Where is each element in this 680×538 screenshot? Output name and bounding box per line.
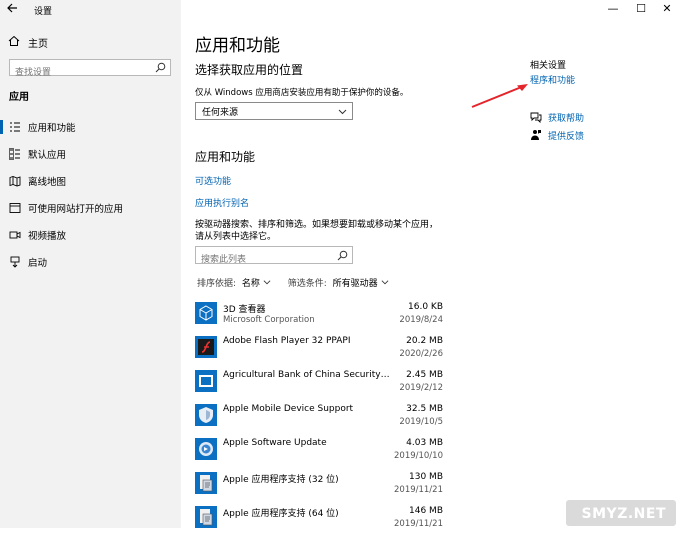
get-help-link[interactable]: 获取帮助 — [530, 111, 650, 125]
app-name: 3D 查看器 — [223, 305, 266, 315]
sidebar-item-apps-features[interactable]: 应用和功能 — [0, 116, 181, 138]
app-list-item[interactable]: Apple Software Update 4.03 MB 2019/10/10 — [193, 436, 447, 470]
app-size: 146 MB — [409, 506, 443, 516]
home-nav-item[interactable]: 主页 — [8, 34, 178, 52]
filter-value: 所有驱动器 — [332, 279, 378, 289]
app-name: Adobe Flash Player 32 PPAPI — [223, 336, 351, 346]
back-arrow-icon — [7, 3, 17, 13]
app-name: Agricultural Bank of China Security Suit… — [223, 370, 391, 380]
give-feedback-link[interactable]: 提供反馈 — [530, 129, 650, 143]
apple-device-support-icon — [195, 404, 217, 426]
minimize-button[interactable]: — — [598, 0, 628, 18]
apps-search-input[interactable] — [196, 253, 331, 267]
sidebar-item-label: 可使用网站打开的应用 — [28, 204, 124, 215]
app-size: 130 MB — [409, 472, 443, 482]
chevron-down-icon — [381, 280, 388, 285]
sidebar-item-label: 视频播放 — [28, 231, 67, 242]
app-size: 4.03 MB — [406, 438, 443, 448]
chevron-down-icon — [263, 280, 271, 285]
filter-dropdown[interactable]: 所有驱动器 — [333, 276, 389, 289]
apple-software-update-icon — [195, 438, 217, 460]
apple-app-support-icon — [195, 472, 217, 494]
sidebar-item-default-apps[interactable]: 默认应用 — [0, 143, 181, 165]
video-icon — [9, 231, 21, 239]
map-icon — [9, 176, 21, 187]
apps-features-heading: 应用和功能 — [195, 150, 256, 164]
app-aliases-link[interactable]: 应用执行别名 — [195, 196, 249, 209]
sort-value: 名称 — [241, 279, 260, 289]
close-button[interactable]: ✕ — [652, 0, 680, 18]
search-icon[interactable] — [155, 62, 166, 73]
app-name: Apple Mobile Device Support — [223, 404, 354, 414]
sort-dropdown[interactable]: 名称 — [242, 276, 271, 289]
app-name: Apple 应用程序支持 (32 位) — [223, 475, 339, 485]
help-chat-icon — [530, 112, 542, 123]
default-apps-icon — [9, 148, 20, 160]
red-arrow-annotation — [471, 84, 528, 108]
app-source-dropdown[interactable]: 任何来源 — [195, 102, 353, 120]
sidebar: 设置 主页 应用 应用和功能 默认应用 离线地图 可使用网站打开的应用 视频播放… — [0, 0, 181, 528]
abc-security-icon — [195, 370, 217, 392]
flash-player-icon — [195, 336, 217, 358]
related-settings-title: 相关设置 — [530, 61, 567, 71]
sidebar-item-label: 应用和功能 — [28, 123, 76, 134]
feedback-icon — [531, 130, 541, 140]
list-icon — [10, 122, 20, 132]
section-header: 应用 — [9, 92, 29, 103]
app-size: 20.2 MB — [406, 336, 443, 346]
sidebar-item-label: 离线地图 — [28, 177, 67, 188]
app-size: 32.5 MB — [406, 404, 443, 414]
app-size: 2.45 MB — [406, 370, 443, 380]
back-button[interactable] — [6, 2, 24, 18]
active-indicator — [0, 120, 3, 134]
apple-app-support-icon — [195, 506, 217, 528]
web-apps-icon — [9, 203, 21, 213]
app-date: 2019/8/24 — [399, 315, 443, 325]
app-publisher: Microsoft Corporation — [223, 315, 315, 325]
app-date: 2019/11/21 — [394, 485, 443, 495]
app-date: 2019/2/12 — [399, 383, 443, 393]
app-date: 2019/10/10 — [394, 451, 443, 461]
instructions-text: 按驱动器搜索、排序和筛选。如果想要卸载或移动某个应用，请从列表中选择它。 — [195, 220, 439, 242]
startup-icon — [10, 256, 20, 268]
sidebar-item-startup[interactable]: 启动 — [0, 251, 181, 273]
settings-search[interactable] — [9, 59, 171, 80]
window-title: 设置 — [34, 7, 53, 17]
app-list-item[interactable]: 3D 查看器 Microsoft Corporation 16.0 KB 201… — [193, 300, 447, 334]
settings-search-input[interactable] — [10, 66, 153, 80]
app-list-item[interactable]: Adobe Flash Player 32 PPAPI 20.2 MB 2020… — [193, 334, 447, 368]
app-date: 2020/2/26 — [399, 349, 443, 359]
app-source-value: 任何来源 — [202, 108, 239, 118]
sidebar-item-offline-maps[interactable]: 离线地图 — [0, 170, 181, 192]
sort-filter-row: 排序依据: 名称 筛选条件: 所有驱动器 — [197, 276, 389, 289]
sidebar-item-web-apps[interactable]: 可使用网站打开的应用 — [0, 197, 181, 219]
sidebar-item-label: 启动 — [28, 258, 48, 269]
get-help-label: 获取帮助 — [548, 114, 585, 124]
search-icon[interactable] — [337, 250, 348, 261]
sidebar-item-video-playback[interactable]: 视频播放 — [0, 224, 181, 246]
app-list-item[interactable]: Apple Mobile Device Support 32.5 MB 2019… — [193, 402, 447, 436]
app-size: 16.0 KB — [408, 302, 443, 312]
app-list-item[interactable]: Apple 应用程序支持 (64 位) 146 MB 2019/11/21 — [193, 504, 447, 538]
filter-label: 筛选条件: — [287, 279, 327, 289]
app-date: 2019/10/5 — [399, 417, 443, 427]
home-icon — [8, 35, 20, 46]
3d-viewer-icon — [195, 302, 217, 324]
give-feedback-label: 提供反馈 — [548, 132, 585, 142]
sidebar-item-label: 默认应用 — [28, 150, 67, 161]
app-list-item[interactable]: Apple 应用程序支持 (32 位) 130 MB 2019/11/21 — [193, 470, 447, 504]
watermark: SMYZ.NET — [581, 506, 666, 522]
programs-features-link[interactable]: 程序和功能 — [530, 73, 575, 86]
choose-location-title: 选择获取应用的位置 — [195, 63, 304, 77]
choose-location-desc: 仅从 Windows 应用商店安装应用有助于保护你的设备。 — [195, 88, 409, 98]
home-label: 主页 — [28, 39, 48, 50]
app-name: Apple Software Update — [223, 438, 327, 448]
app-list-item[interactable]: Agricultural Bank of China Security Suit… — [193, 368, 447, 402]
optional-features-link[interactable]: 可选功能 — [195, 174, 231, 187]
page-title: 应用和功能 — [195, 36, 280, 56]
chevron-down-icon — [338, 109, 347, 115]
sort-label: 排序依据: — [197, 279, 237, 289]
app-name: Apple 应用程序支持 (64 位) — [223, 509, 339, 519]
apps-search[interactable] — [195, 246, 353, 267]
